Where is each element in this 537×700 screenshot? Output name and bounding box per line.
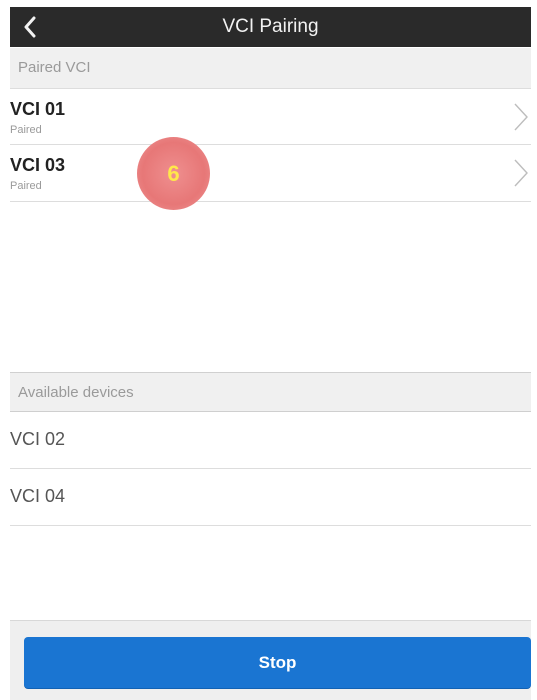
step-marker-badge: 6 — [137, 137, 210, 210]
chevron-left-icon — [24, 16, 36, 38]
device-name: VCI 02 — [10, 429, 66, 449]
available-device-row-2[interactable]: VCI 04 — [10, 469, 531, 526]
back-button[interactable] — [10, 7, 50, 47]
chevron-right-icon — [514, 103, 528, 131]
device-status: Paired — [10, 180, 42, 192]
section-header-available-devices: Available devices — [10, 372, 531, 412]
top-app-bar: VCI Pairing — [10, 7, 531, 47]
paired-vci-row-1[interactable]: VCI 01 Paired — [10, 88, 531, 145]
bottom-action-bar: Stop — [10, 620, 531, 700]
stop-button[interactable]: Stop — [24, 637, 531, 688]
available-device-row-1[interactable]: VCI 02 — [10, 412, 531, 469]
paired-vci-row-2[interactable]: VCI 03 Paired — [10, 145, 531, 202]
device-name: VCI 03 — [10, 155, 66, 175]
device-name: VCI 01 — [10, 99, 66, 119]
chevron-right-icon — [514, 159, 528, 187]
device-name: VCI 04 — [10, 486, 66, 506]
page-title: VCI Pairing — [222, 16, 319, 37]
device-status: Paired — [10, 124, 42, 136]
section-header-paired-vci: Paired VCI — [10, 48, 531, 88]
